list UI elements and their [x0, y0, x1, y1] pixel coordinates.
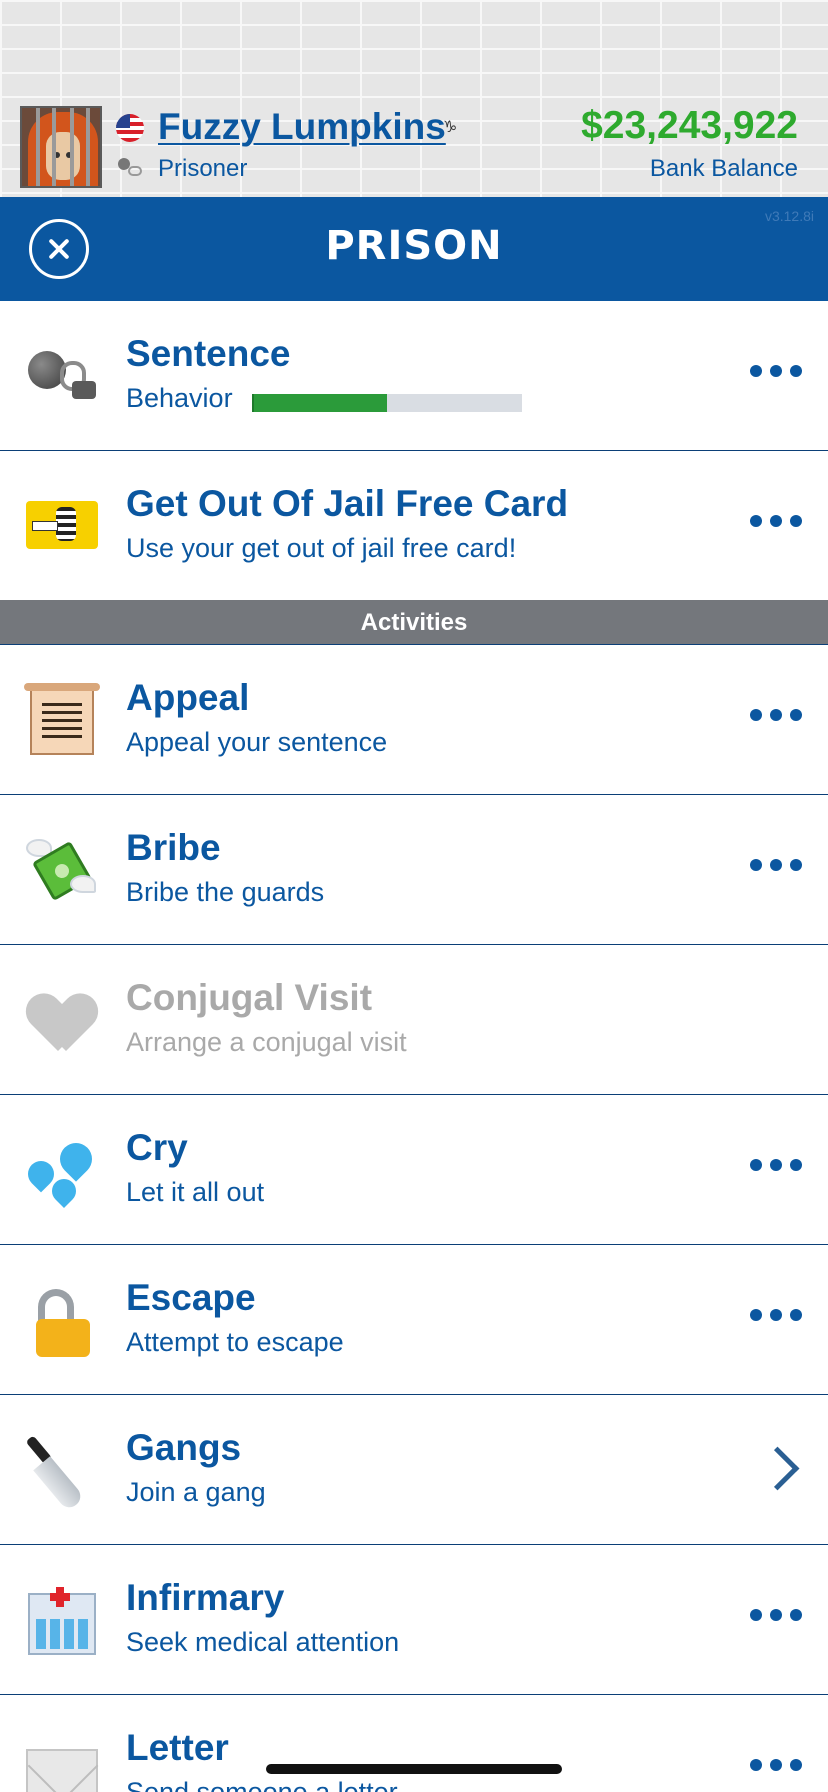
activity-title: Bribe	[126, 827, 221, 868]
jail-card-subtitle: Use your get out of jail free card!	[126, 533, 517, 563]
behavior-progress-fill	[252, 394, 387, 412]
ball-and-chain-icon	[118, 158, 142, 178]
activity-title: Conjugal Visit	[126, 977, 373, 1018]
character-name[interactable]: Fuzzy Lumpkins	[158, 106, 446, 148]
activity-row-appeal[interactable]: Appeal Appeal your sentence	[0, 645, 828, 795]
bank-balance: $23,243,922	[581, 104, 798, 147]
avatar[interactable]	[20, 106, 102, 188]
activity-title: Cry	[126, 1127, 188, 1168]
sweat-droplets-icon	[22, 1135, 99, 1208]
title-bar: PRISON v3.12.8i	[0, 197, 828, 301]
more-options-icon[interactable]	[750, 1609, 802, 1621]
activity-row-bribe[interactable]: Bribe Bribe the guards	[0, 795, 828, 945]
page-title: PRISON	[325, 223, 503, 269]
activity-title: Letter	[126, 1727, 229, 1768]
more-options-icon[interactable]	[750, 1759, 802, 1771]
section-label: Activities	[360, 609, 468, 636]
knife-icon	[25, 1435, 98, 1512]
bank-balance-label: Bank Balance	[649, 155, 798, 182]
jail-card-row[interactable]: Get Out Of Jail Free Card Use your get o…	[0, 451, 828, 601]
activity-subtitle: Attempt to escape	[126, 1327, 344, 1357]
activity-subtitle: Bribe the guards	[126, 877, 325, 907]
activity-subtitle: Appeal your sentence	[126, 727, 388, 757]
us-flag-icon	[116, 114, 144, 142]
zodiac-icon: ♑	[443, 117, 458, 136]
activity-row-gangs[interactable]: Gangs Join a gang	[0, 1395, 828, 1545]
activity-subtitle: Seek medical attention	[126, 1627, 400, 1657]
activity-subtitle: Send someone a letter	[126, 1777, 398, 1792]
activity-row-infirmary[interactable]: Infirmary Seek medical attention	[0, 1545, 828, 1695]
more-options-icon[interactable]	[750, 365, 802, 377]
activity-title: Gangs	[126, 1427, 242, 1468]
more-options-icon[interactable]	[750, 709, 802, 721]
sentence-row[interactable]: Sentence Behavior	[0, 301, 828, 451]
jail-card-title: Get Out Of Jail Free Card	[126, 483, 569, 524]
activity-row-cry[interactable]: Cry Let it all out	[0, 1095, 828, 1245]
activity-row-escape[interactable]: Escape Attempt to escape	[0, 1245, 828, 1395]
sentence-title: Sentence	[126, 333, 291, 374]
unlocked-padlock-icon	[26, 1285, 98, 1357]
activity-subtitle: Join a gang	[126, 1477, 266, 1507]
activity-title: Escape	[126, 1277, 256, 1318]
scroll-icon	[24, 683, 100, 757]
behavior-progress-bar	[252, 394, 522, 412]
ball-and-chain-icon	[26, 341, 98, 413]
hospital-icon	[26, 1585, 98, 1657]
jail-free-card-icon	[26, 491, 98, 563]
more-options-icon[interactable]	[750, 1309, 802, 1321]
more-options-icon[interactable]	[750, 1159, 802, 1171]
activity-subtitle: Let it all out	[126, 1177, 265, 1207]
more-options-icon[interactable]	[750, 859, 802, 871]
occupation-label: Prisoner	[158, 155, 248, 182]
character-header: Fuzzy Lumpkins ♑ Prisoner $23,243,922 Ba…	[0, 0, 828, 197]
section-header-activities: Activities	[0, 600, 828, 645]
envelope-icon	[26, 1735, 98, 1792]
activity-title: Appeal	[126, 677, 250, 718]
money-with-wings-icon	[26, 835, 98, 907]
chevron-right-icon[interactable]	[766, 1447, 792, 1487]
activity-subtitle: Arrange a conjugal visit	[126, 1027, 407, 1057]
activity-row-conjugal-visit: Conjugal Visit Arrange a conjugal visit	[0, 945, 828, 1095]
activity-row-letter[interactable]: Letter Send someone a letter	[0, 1695, 828, 1792]
version-label: v3.12.8i	[764, 208, 814, 224]
home-indicator[interactable]	[266, 1764, 562, 1774]
activity-title: Infirmary	[126, 1577, 285, 1618]
behavior-label: Behavior	[126, 383, 233, 413]
heart-icon	[26, 985, 98, 1057]
more-options-icon[interactable]	[750, 515, 802, 527]
